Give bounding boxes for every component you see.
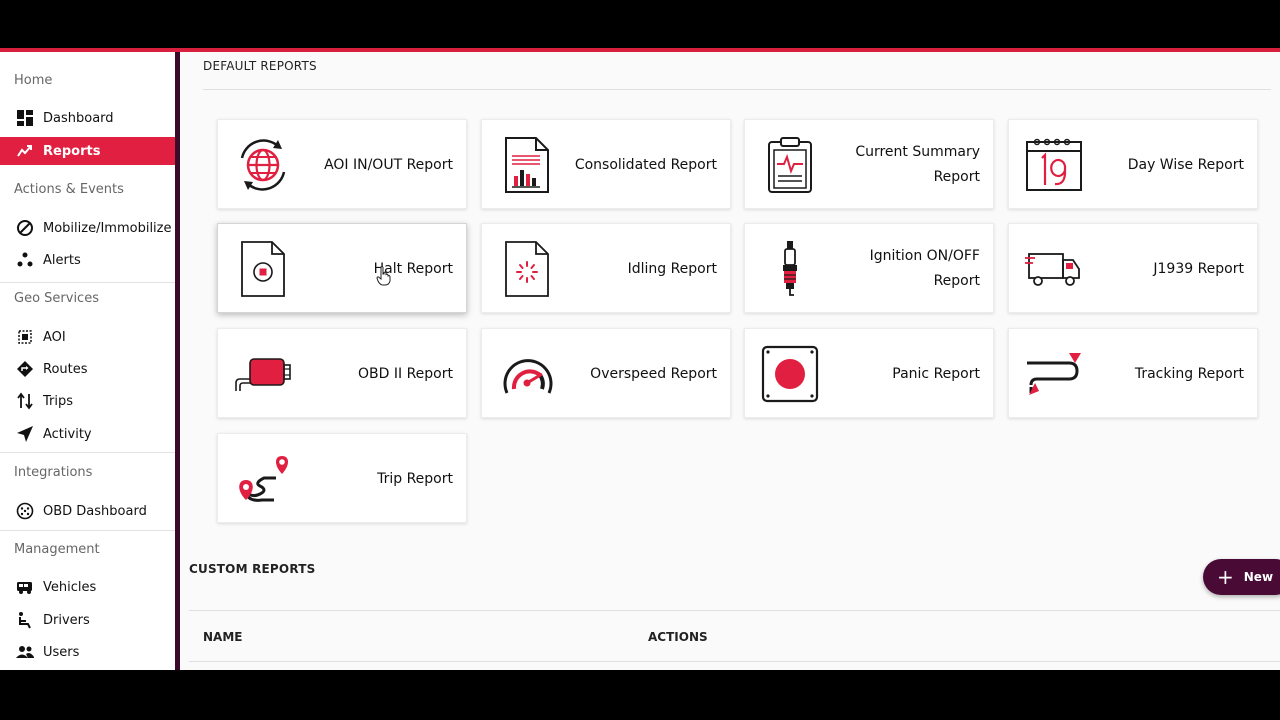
sidebar-item-alerts[interactable]: Alerts (0, 246, 175, 274)
report-card-obd-ii[interactable]: OBD II Report (217, 328, 467, 418)
spark-plug-icon (761, 240, 819, 298)
report-card-tracking[interactable]: Tracking Report (1008, 328, 1258, 418)
sidebar-divider (0, 530, 175, 531)
section-geo: Geo Services (14, 291, 99, 306)
obd-port-icon (16, 502, 34, 520)
sidebar-divider (0, 452, 175, 453)
calendar-icon (1025, 136, 1083, 194)
users-icon (16, 643, 34, 661)
sidebar-item-label: Dashboard (43, 110, 114, 126)
report-card-label: OBD II Report (358, 365, 453, 382)
truck-icon (1025, 240, 1083, 298)
sidebar-item-reports[interactable]: Reports (0, 137, 175, 165)
directions-icon (16, 360, 34, 378)
report-card-label: Consolidated Report (574, 156, 717, 173)
report-card-halt[interactable]: Halt Report (217, 223, 467, 313)
sidebar-item-trips[interactable]: Trips (0, 387, 175, 415)
section-actions: Actions & Events (14, 182, 124, 197)
panic-button-icon (761, 345, 819, 403)
hand-cursor-icon (376, 266, 392, 286)
new-button-label: New (1243, 570, 1274, 584)
sidebar-item-aoi[interactable]: AOI (0, 323, 175, 351)
sidebar-item-routes[interactable]: Routes (0, 355, 175, 383)
sidebar-item-label: Vehicles (43, 579, 97, 595)
sidebar-item-dashboard[interactable]: Dashboard (0, 104, 175, 132)
new-report-button[interactable]: + New (1203, 559, 1280, 595)
section-management: Management (14, 542, 100, 557)
heading-divider (203, 89, 1271, 90)
top-letterbox (0, 0, 1280, 48)
spinner-document-icon (498, 240, 556, 298)
report-card-j1939[interactable]: J1939 Report (1008, 223, 1258, 313)
aoi-icon (16, 328, 34, 346)
bottom-letterbox (0, 670, 1280, 720)
report-card-label: Overspeed Report (590, 365, 717, 382)
report-card-label: Day Wise Report (1127, 156, 1244, 173)
sidebar-item-drivers[interactable]: Drivers (0, 606, 175, 634)
globe-refresh-icon (234, 136, 292, 194)
sidebar-item-obd-dashboard[interactable]: OBD Dashboard (0, 497, 175, 525)
report-card-label: Tracking Report (1134, 365, 1244, 382)
section-home: Home (14, 73, 53, 88)
sidebar-item-label: OBD Dashboard (43, 503, 147, 519)
report-card-panic[interactable]: Panic Report (744, 328, 994, 418)
obd-connector-icon (234, 345, 292, 403)
speedometer-icon (498, 345, 556, 403)
report-card-label: Trip Report (377, 470, 453, 487)
sidebar: Home Dashboard Reports Actions & Events … (0, 52, 175, 670)
sidebar-item-label: Trips (43, 393, 74, 409)
sidebar-item-users[interactable]: Users (0, 638, 175, 666)
report-card-idling[interactable]: Idling Report (481, 223, 731, 313)
app: Home Dashboard Reports Actions & Events … (0, 52, 1280, 670)
navigation-arrow-icon (16, 425, 34, 443)
main-content: DEFAULT REPORTS AOI IN/OUT Report Consol… (180, 52, 1280, 670)
report-card-ignition[interactable]: Ignition ON/OFF Report (744, 223, 994, 313)
bus-icon (16, 578, 34, 596)
custom-reports-heading: CUSTOM REPORTS (189, 562, 316, 576)
report-card-label: Idling Report (627, 260, 717, 277)
report-card-label: Current Summary Report (855, 144, 980, 185)
section-integrations: Integrations (14, 465, 93, 480)
table-top-divider (189, 610, 1280, 611)
table-header-divider (189, 661, 1280, 662)
report-card-current-summary[interactable]: Current Summary Report (744, 119, 994, 209)
default-reports-heading: DEFAULT REPORTS (203, 59, 317, 73)
seat-icon (16, 611, 34, 629)
report-card-consolidated[interactable]: Consolidated Report (481, 119, 731, 209)
sidebar-item-label: Users (43, 644, 80, 660)
block-icon (16, 219, 34, 237)
sidebar-item-vehicles[interactable]: Vehicles (0, 573, 175, 601)
sidebar-item-label: Reports (43, 143, 101, 159)
report-card-day-wise[interactable]: Day Wise Report (1008, 119, 1258, 209)
swap-icon (16, 392, 34, 410)
stop-document-icon (234, 240, 292, 298)
report-card-aoi-in-out[interactable]: AOI IN/OUT Report (217, 119, 467, 209)
sidebar-item-label: Alerts (43, 252, 81, 268)
clipboard-pulse-icon (761, 136, 819, 194)
report-card-label: Panic Report (892, 365, 980, 382)
sidebar-item-label: Routes (43, 361, 88, 377)
sidebar-item-mobilize[interactable]: Mobilize/Immobilize (0, 214, 175, 242)
plus-icon: + (1217, 565, 1234, 589)
table-header-actions: ACTIONS (648, 630, 708, 644)
trip-pins-icon (234, 450, 292, 508)
route-arrow-icon (1025, 345, 1083, 403)
sidebar-divider (0, 282, 175, 283)
report-card-overspeed[interactable]: Overspeed Report (481, 328, 731, 418)
dots-icon (16, 251, 34, 269)
report-card-label: AOI IN/OUT Report (324, 156, 453, 173)
sidebar-item-label: Mobilize/Immobilize (43, 220, 172, 236)
bar-chart-document-icon (498, 136, 556, 194)
screen: Home Dashboard Reports Actions & Events … (0, 0, 1280, 720)
sidebar-item-activity[interactable]: Activity (0, 420, 175, 448)
report-card-label: J1939 Report (1153, 260, 1244, 277)
trend-chart-icon (16, 142, 34, 160)
report-card-trip[interactable]: Trip Report (217, 433, 467, 523)
table-header-name: NAME (203, 630, 243, 644)
sidebar-item-label: Activity (43, 426, 92, 442)
sidebar-item-label: AOI (43, 329, 66, 345)
report-card-label: Ignition ON/OFF Report (869, 248, 980, 289)
dashboard-icon (16, 109, 34, 127)
sidebar-item-label: Drivers (43, 612, 90, 628)
